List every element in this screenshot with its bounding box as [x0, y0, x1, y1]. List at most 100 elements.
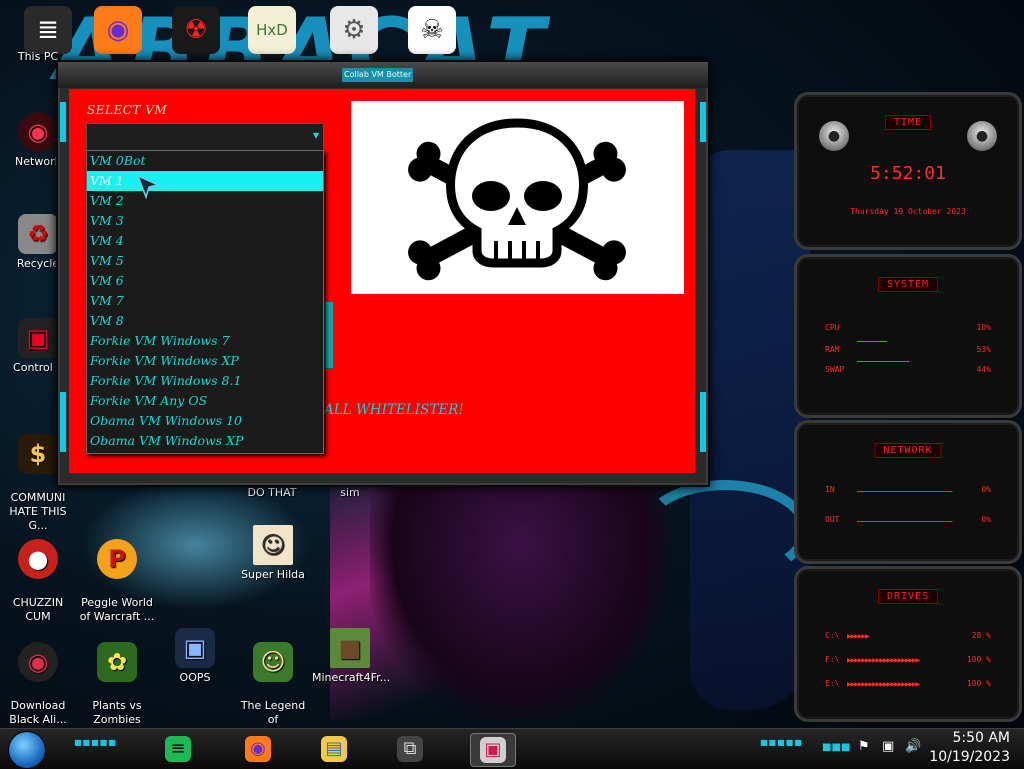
desktop-icon-sim[interactable]: sim: [312, 486, 388, 500]
drive-row-label: E:\: [825, 679, 840, 688]
taskbar-decoration: ■■■■■: [74, 738, 117, 747]
vm-option[interactable]: VM 2: [87, 191, 323, 211]
taskbar-task-view[interactable]: ⧉: [388, 733, 432, 765]
volume-icon[interactable]: 🔊: [905, 739, 921, 754]
system-gadget: SYSTEM CPU 10% RAM 53% SWAP 44%: [794, 254, 1022, 418]
alien-orb-icon: ◉: [18, 642, 58, 682]
vm-option[interactable]: Forkie VM Windows 8.1: [87, 371, 323, 391]
desktop-icon-peggle[interactable]: P Peggle World of Warcraft ...: [79, 525, 155, 638]
taskbar: ■■■■■ ≡ ◉ ▤ ⧉ ▣ ■■■■■ ■■■ ⚑ ▣ 🔊 5:50 AM 10/1…: [0, 728, 1024, 769]
taskbar-file-explorer[interactable]: ▤: [312, 733, 356, 765]
system-row-label: SWAP: [825, 365, 845, 374]
zilda-character-icon: ☺: [253, 642, 293, 682]
system-gadget-title: SYSTEM: [877, 277, 939, 292]
window-title: Collab VM Botter: [342, 68, 414, 82]
drive-row-label: F:\: [825, 655, 840, 664]
system-row-label: CPU: [825, 323, 840, 332]
chevron-down-icon[interactable]: ▼: [311, 130, 321, 142]
network-row-label: OUT: [825, 515, 840, 524]
control-panel-icon: ▣: [18, 318, 58, 358]
vm-option[interactable]: Forkie VM Windows 7: [87, 331, 323, 351]
network-row-value: 0%: [981, 515, 991, 524]
taskbar-clock[interactable]: 5:50 AM 10/19/2023: [929, 729, 1010, 767]
taskbar-firefox[interactable]: ◉: [236, 733, 280, 765]
drives-gadget: DRIVES C:\ 28 % F:\ 100 % E:\ 100 % ▶▶▶▶…: [794, 566, 1022, 722]
file-explorer-icon: ▤: [321, 736, 347, 762]
system-row-label: RAM: [825, 345, 840, 354]
system-row-value: 53%: [976, 345, 991, 354]
firefox-icon[interactable]: ◉: [94, 6, 142, 54]
gadget-date: Thursday 19 October 2023: [850, 207, 966, 216]
vm-option[interactable]: VM 1: [87, 171, 323, 191]
frame-accent-left-bottom: [60, 392, 66, 452]
vm-option[interactable]: VM 5: [87, 251, 323, 271]
desktop-icon-minecraft[interactable]: ■ Minecraft4Fr...: [312, 628, 391, 685]
network-tray-icon[interactable]: ▣: [882, 739, 894, 754]
vm-option[interactable]: Forkie VM Windows XP: [87, 351, 323, 371]
time-gadget: ● ● TIME 5:52:01 Thursday 19 October 202…: [794, 92, 1022, 250]
taskbar-time: 5:50 AM: [952, 730, 1010, 746]
vm-option[interactable]: VM 4: [87, 231, 323, 251]
alien-head-icon: ●: [967, 121, 997, 151]
select-vm-label: SELECT VM: [87, 103, 168, 117]
peggle-icon: P: [97, 539, 137, 579]
collab-vm-botter-window: Collab VM Botter SELECT VM ▼ ALL WHITELI…: [56, 60, 710, 487]
task-view-icon: ⧉: [397, 736, 423, 762]
desktop-icon-oops[interactable]: ▣ OOPS: [157, 628, 233, 685]
drive-row-label: C:\: [825, 631, 840, 640]
frame-accent-right-top: [700, 102, 706, 142]
vm-option[interactable]: VM 0Bot: [87, 151, 323, 171]
chuzzle-icon: ●: [18, 539, 58, 579]
skull-spiral-icon[interactable]: ☠: [408, 6, 456, 54]
system-row-ram: RAM 53%: [825, 345, 991, 357]
network-row-value: 0%: [981, 485, 991, 494]
taskbar-spotify[interactable]: ≡: [156, 733, 200, 765]
desktop-icon-super-hilda[interactable]: ☺ Super Hilda: [235, 525, 311, 582]
vm-option[interactable]: VM 7: [87, 291, 323, 311]
skull-image: [351, 101, 684, 294]
desktop-icon-plants-vs-zombies[interactable]: ✿ Plants vs Zombies: [79, 628, 155, 741]
vm-option[interactable]: VM 8: [87, 311, 323, 331]
network-row-label: IN: [825, 485, 835, 494]
taskbar-collab-vm-botter[interactable]: ▣: [470, 733, 516, 767]
system-row-swap: SWAP 44%: [825, 365, 991, 377]
wallpaper-character-legs: [370, 470, 670, 720]
desktop-icon-do-that[interactable]: DO THAT: [234, 486, 310, 500]
fish-gear-icon[interactable]: ⚙: [330, 6, 378, 54]
desktop-icon-label: sim: [340, 486, 360, 499]
desktop-icon-download-black-alien[interactable]: ◉ Download Black Ali...: [0, 628, 76, 741]
vm-option[interactable]: VM 3: [87, 211, 323, 231]
desktop-icon-label: Minecraft4Fr...: [312, 671, 391, 684]
frame-accent-right-bottom: [700, 392, 706, 452]
frame-accent-left-top: [60, 102, 66, 142]
vm-option[interactable]: Forkie VM Any OS: [87, 391, 323, 411]
desktop-icon-label: Peggle World of Warcraft ...: [79, 596, 155, 623]
drives-gadget-title: DRIVES: [877, 589, 939, 604]
vm-select-combobox[interactable]: ▼: [86, 123, 324, 151]
flag-icon[interactable]: ⚑: [858, 739, 870, 754]
desktop-icon-chuzzin[interactable]: ● CHUZZIN CUM: [0, 525, 76, 638]
tray-decoration: ■■■: [822, 742, 851, 753]
this-pc-icon[interactable]: ≣: [24, 6, 72, 54]
network-out-graph: [857, 507, 952, 522]
desktop-icon-label: Plants vs Zombies: [92, 699, 142, 726]
minecraft-block-icon: ■: [330, 628, 370, 668]
gadget-clock: 5:52:01: [870, 163, 946, 184]
whitelister-label: ALL WHITELISTER!: [324, 402, 464, 418]
spotify-icon: ≡: [165, 736, 191, 762]
wallpaper-swirl: [640, 480, 810, 580]
network-gadget-title: NETWORK: [874, 443, 942, 458]
desktop-icon-label: CHUZZIN CUM: [12, 596, 64, 623]
vm-dropdown-list[interactable]: VM 0Bot VM 1 VM 2 VM 3 VM 4 VM 5 VM 6 VM 7 VM 8F…: [86, 150, 324, 454]
system-row-value: 44%: [976, 365, 991, 374]
start-button[interactable]: [8, 731, 46, 769]
hxd-icon[interactable]: HxD: [248, 6, 296, 54]
vm-option[interactable]: Obama VM Windows XP: [87, 431, 323, 451]
taskbar-decoration: ■■■■■: [760, 738, 803, 747]
radiation-icon[interactable]: ☢: [172, 6, 220, 54]
vm-option[interactable]: Obama VM Windows 10: [87, 411, 323, 431]
drive-usage-bar: ▶▶▶▶▶▶▶▶▶▶▶▶▶▶▶▶▶▶▶▶: [847, 658, 920, 664]
oops-computer-icon: ▣: [175, 628, 215, 668]
vm-option[interactable]: VM 6: [87, 271, 323, 291]
drive-usage-bar: ▶▶▶▶▶▶: [847, 634, 870, 640]
